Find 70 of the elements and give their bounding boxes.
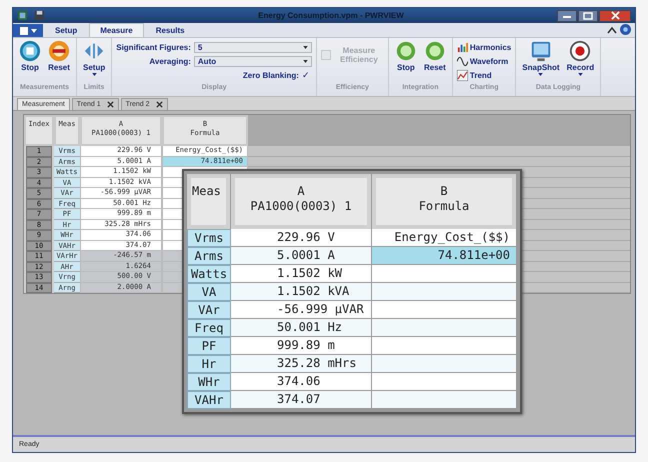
app-icon: [17, 10, 28, 21]
table-cell: 374.06: [231, 373, 372, 391]
close-icon: [610, 11, 620, 20]
column-header[interactable]: B Formula: [372, 174, 516, 229]
ribbon-button[interactable]: Reset: [46, 40, 72, 84]
close-icon[interactable]: [106, 101, 114, 108]
ribbon-tab[interactable]: Results: [146, 23, 195, 37]
caret-icon: [302, 60, 308, 62]
ribbon-button[interactable]: SnapShot: [520, 40, 562, 84]
table-cell: Energy_Cost_($$): [372, 229, 517, 247]
table-cell: 999.89 m: [231, 337, 372, 355]
ribbon-button[interactable]: Trend: [456, 68, 512, 82]
bar-chart-icon: [456, 42, 468, 52]
maximize-button[interactable]: [578, 10, 598, 22]
table-cell: 229.96 V: [231, 229, 372, 247]
row-header[interactable]: VAr: [187, 301, 231, 319]
table-cell: 5.0001 A: [231, 247, 372, 265]
dropdown-field[interactable]: Auto: [194, 56, 312, 66]
window-title: Energy Consumption.vpm - PWRVIEW: [257, 11, 405, 20]
table-cell: 1.1502 kVA: [231, 283, 372, 301]
ribbon-button[interactable]: Setup: [81, 40, 108, 84]
row-header[interactable]: Arms: [187, 247, 231, 265]
circle-icon: [424, 40, 446, 62]
table-cell: 1.1502 kW: [231, 265, 372, 283]
help-icon[interactable]: [620, 24, 631, 35]
column-header[interactable]: A PA1000(0003) 1: [231, 174, 371, 229]
ribbon-tab[interactable]: Setup: [45, 23, 88, 37]
close-button[interactable]: [599, 10, 631, 22]
checkmark[interactable]: ✓: [302, 70, 312, 80]
field-label: Zero Blanking:: [242, 70, 299, 80]
minimize-button[interactable]: [557, 10, 577, 22]
table-cell: 325.28 mHrs: [231, 355, 372, 373]
field-label: Significant Figures:: [116, 42, 191, 52]
row-header[interactable]: VA: [187, 283, 231, 301]
table-cell: -56.999 μVAR: [231, 301, 372, 319]
row-header[interactable]: PF: [187, 337, 231, 355]
row-header[interactable]: Watts: [187, 265, 231, 283]
ribbon-button[interactable]: Reset: [422, 40, 448, 84]
collapse-icon[interactable]: [607, 26, 617, 34]
line-chart-icon: [456, 70, 468, 80]
row-header[interactable]: Freq: [187, 319, 231, 337]
row-header[interactable]: Hr: [187, 355, 231, 373]
circle-icon: [394, 40, 417, 62]
reset-icon: [48, 40, 70, 62]
table-cell: 374.07: [231, 391, 372, 409]
ribbon-tab[interactable]: Measure: [89, 23, 144, 37]
stop-icon: [19, 40, 41, 62]
dropdown-field[interactable]: 5: [194, 42, 312, 52]
ribbon-button[interactable]: Harmonics: [456, 40, 512, 54]
menu-icon: [18, 26, 38, 34]
ribbon-button[interactable]: Stop: [392, 40, 419, 84]
table-cell: 74.811e+00: [372, 247, 517, 265]
save-icon[interactable]: [34, 10, 45, 21]
ribbon-button[interactable]: Record: [564, 40, 596, 84]
maximize-icon: [583, 12, 593, 20]
wave-icon: [456, 56, 468, 66]
row-header[interactable]: WHr: [187, 373, 231, 391]
record-icon: [569, 40, 592, 62]
ribbon-button[interactable]: Stop: [17, 40, 43, 84]
field-label: Averaging:: [149, 56, 191, 66]
row-header[interactable]: VAHr: [187, 391, 231, 409]
close-icon[interactable]: [156, 101, 163, 108]
file-menu-button[interactable]: [13, 24, 43, 37]
checkbox-label: Measure Efficiency: [339, 46, 379, 64]
column-header[interactable]: Meas: [187, 174, 230, 229]
table-cell: 50.001 Hz: [231, 319, 372, 337]
row-header[interactable]: Vrms: [187, 229, 231, 247]
caret-icon: [302, 46, 308, 48]
monitor-icon: [530, 40, 552, 62]
ribbon-button[interactable]: Waveform: [456, 54, 512, 68]
